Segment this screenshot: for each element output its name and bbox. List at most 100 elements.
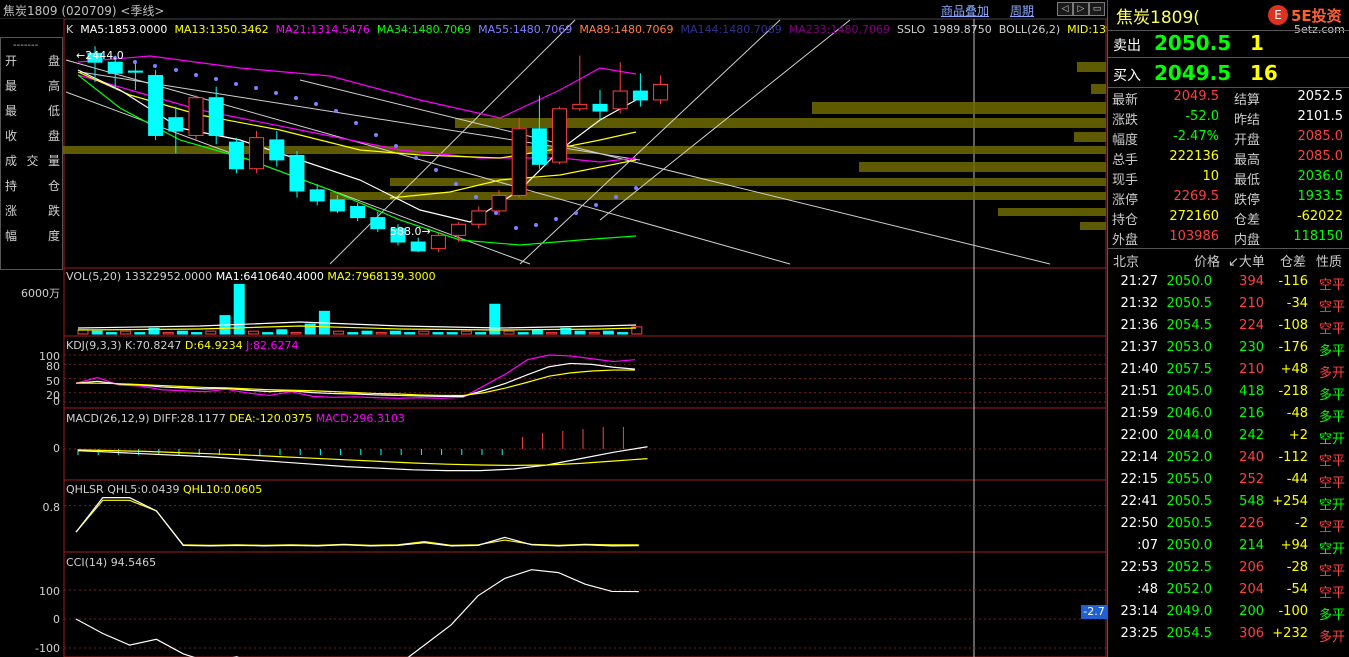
tick-oi-diff: +254 — [1272, 494, 1308, 509]
tick-row[interactable]: 22:00 2044.0 242 +2 空开 — [1108, 427, 1349, 447]
tick-kind: 多平 — [1318, 344, 1345, 359]
tick-row[interactable]: 22:53 2052.5 206 -28 空平 — [1108, 559, 1349, 579]
volume-profile-bar — [812, 102, 1106, 114]
high-annotation: ←2444.0 — [76, 49, 124, 62]
volume-bar — [517, 332, 529, 335]
ma-label-1: MA5:1853.0000 — [80, 23, 168, 36]
tick-kind: 空平 — [1318, 300, 1345, 315]
tick-time: 22:53 — [1120, 560, 1158, 575]
tick-time: 22:50 — [1120, 516, 1158, 531]
tick-row[interactable]: :07 2050.0 214 +94 空开 — [1108, 537, 1349, 557]
tick-row[interactable]: 21:37 2053.0 230 -176 多平 — [1108, 339, 1349, 359]
tick-row[interactable]: 23:25 2054.5 306 +232 多开 — [1108, 625, 1349, 645]
tick-volume: 200 — [1239, 604, 1264, 619]
tick-price: 2053.0 — [1166, 340, 1213, 355]
tick-row[interactable]: 21:40 2057.5 210 +48 多开 — [1108, 361, 1349, 381]
kdj-d: D:64.9234 — [184, 339, 243, 352]
tick-kind: 空开 — [1318, 498, 1345, 513]
zoom-icon[interactable]: ▭ — [1089, 2, 1105, 16]
macd-header: MACD(26,12,9) DIFF:28.1177 DEA:-120.0375… — [66, 412, 405, 425]
sar-dot — [414, 156, 418, 160]
tick-row[interactable]: 21:51 2045.0 418 -218 多平 — [1108, 383, 1349, 403]
volume-bar — [574, 330, 586, 335]
tick-row[interactable]: 21:59 2046.0 216 -48 多平 — [1108, 405, 1349, 425]
volume-bar — [361, 330, 373, 335]
quote-value: -2.47% — [1173, 129, 1219, 144]
cci-value: 94.5465 — [110, 556, 157, 569]
tick-oi-diff: +48 — [1280, 362, 1308, 377]
tick-kind: 空平 — [1318, 322, 1345, 337]
tick-row[interactable]: 22:15 2055.0 252 -44 空平 — [1108, 471, 1349, 491]
ticks-header-diff: 仓差 — [1280, 255, 1307, 270]
qhl10-line — [75, 499, 639, 546]
candle-body — [511, 128, 527, 196]
volume-bar — [290, 332, 302, 335]
volume-bar — [105, 332, 117, 335]
macd-dea: DEA:-120.0375 — [229, 412, 313, 425]
ma-label-5: MA55:1480.7069 — [478, 23, 573, 36]
qhl5-line — [75, 497, 639, 547]
scroll-left-icon[interactable]: ◁ — [1057, 2, 1073, 16]
tick-oi-diff: -54 — [1286, 582, 1308, 597]
tick-oi-diff: -44 — [1286, 472, 1308, 487]
tick-row[interactable]: 23:14 2049.0 200 -100 多平 — [1108, 603, 1349, 623]
tick-row[interactable]: 22:41 2050.5 548 +254 空开 — [1108, 493, 1349, 513]
sar-dot — [494, 211, 498, 215]
tick-price: 2046.0 — [1166, 406, 1213, 421]
volume-bar — [475, 332, 487, 335]
quote-value: 2101.5 — [1297, 109, 1344, 124]
tick-volume: 548 — [1239, 494, 1264, 509]
tick-time: 23:14 — [1120, 604, 1158, 619]
volume-bar — [602, 330, 614, 335]
macd-dea-line — [77, 449, 648, 467]
tick-volume: 306 — [1239, 626, 1264, 641]
quote-value: 1933.5 — [1297, 189, 1344, 204]
qhl-name: QHLSR — [66, 483, 104, 496]
macd-diff-line — [77, 446, 648, 472]
candle-body — [471, 210, 487, 225]
ma-label-9: SSLO — [896, 23, 926, 36]
tick-row[interactable]: 22:14 2052.0 240 -112 空平 — [1108, 449, 1349, 469]
kdj-j-line — [75, 354, 636, 399]
candle-body — [208, 97, 224, 136]
period-link[interactable]: 周期 — [1010, 2, 1034, 19]
contract-title: 焦炭1809( — [1116, 8, 1200, 28]
tick-price: 2052.5 — [1166, 560, 1213, 575]
cci-line — [75, 569, 639, 657]
buy-price: 2049.5 — [1154, 61, 1232, 85]
chart-area[interactable]: ←2444.0 588.0→ — [0, 19, 1107, 657]
brand-logo-icon: E — [1268, 5, 1288, 25]
overlay-link[interactable]: 商品叠加 — [941, 2, 989, 19]
tick-price: 2052.0 — [1166, 450, 1213, 465]
sar-dot — [534, 223, 538, 227]
sar-dot — [334, 109, 338, 113]
candle-body — [653, 83, 669, 101]
sar-dot — [634, 186, 638, 190]
scroll-right-icon[interactable]: ▷ — [1073, 2, 1089, 16]
tick-volume: 240 — [1239, 450, 1264, 465]
vol-value: 13322952.0000 — [124, 270, 213, 283]
sar-dot — [214, 77, 218, 81]
tick-price: 2050.0 — [1166, 538, 1213, 553]
tick-row[interactable]: 22:50 2050.5 226 -2 空平 — [1108, 515, 1349, 535]
sar-dot — [574, 211, 578, 215]
sar-dot — [374, 133, 378, 137]
kdj-axis-50: 50 — [46, 375, 60, 388]
tick-kind: 多开 — [1318, 630, 1345, 645]
tick-oi-diff: -116 — [1278, 274, 1308, 289]
pane-border — [63, 551, 1107, 657]
volume-bar — [304, 323, 316, 335]
tick-row[interactable]: 21:32 2050.5 210 -34 空平 — [1108, 295, 1349, 315]
tick-row[interactable]: 21:36 2054.5 224 -108 空平 — [1108, 317, 1349, 337]
quote-label: 总手 — [1112, 153, 1139, 168]
tick-volume: 214 — [1239, 538, 1264, 553]
ma-label-10: 1989.8750 — [932, 23, 992, 36]
volume-bar — [446, 332, 458, 335]
volume-bar — [531, 329, 543, 335]
tick-row[interactable]: 21:27 2050.0 394 -116 空平 — [1108, 273, 1349, 293]
candle-body — [228, 141, 244, 170]
sar-dot — [354, 121, 358, 125]
tick-row[interactable]: :48 2052.0 204 -54 空平 — [1108, 581, 1349, 601]
qhl-header: QHLSR QHL5:0.0439 QHL10:0.0605 — [66, 483, 262, 496]
tick-time: 22:14 — [1120, 450, 1158, 465]
